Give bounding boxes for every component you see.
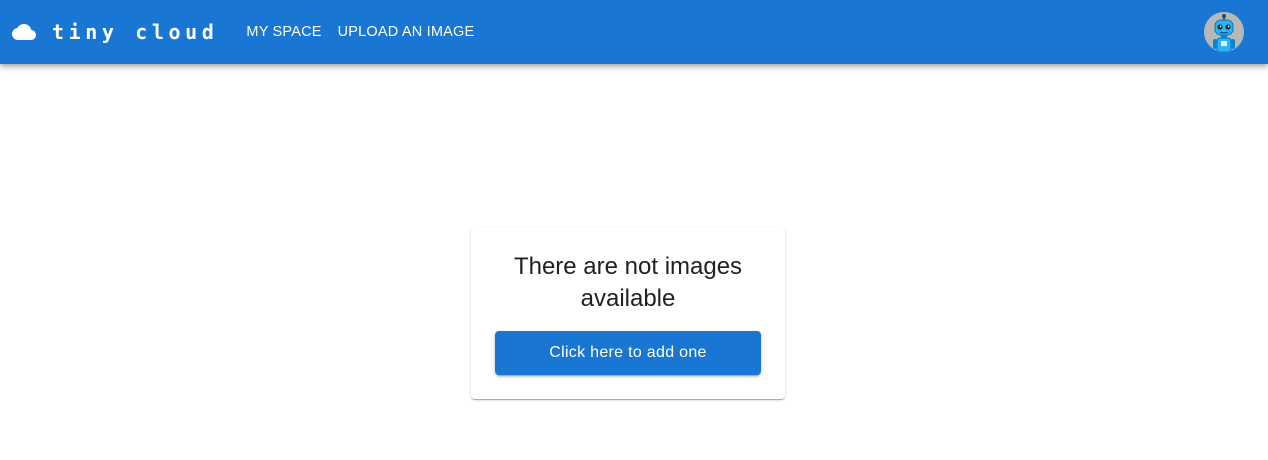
user-avatar[interactable]: [1204, 12, 1244, 52]
empty-state-message: There are not images available: [513, 253, 743, 312]
empty-state-card: There are not images available Click her…: [471, 227, 785, 399]
nav-my-space[interactable]: My Space: [238, 18, 329, 46]
main-nav: My Space Upload an image: [238, 18, 482, 46]
app-bar: tiny cloud My Space Upload an image: [0, 0, 1268, 64]
add-image-button[interactable]: Click here to add one: [495, 331, 761, 375]
brand-logo[interactable]: tiny cloud: [12, 20, 218, 44]
nav-upload-image[interactable]: Upload an image: [330, 18, 483, 46]
brand-name: tiny cloud: [52, 20, 219, 44]
cloud-icon: [12, 20, 36, 44]
robot-avatar-icon: [1204, 12, 1244, 52]
